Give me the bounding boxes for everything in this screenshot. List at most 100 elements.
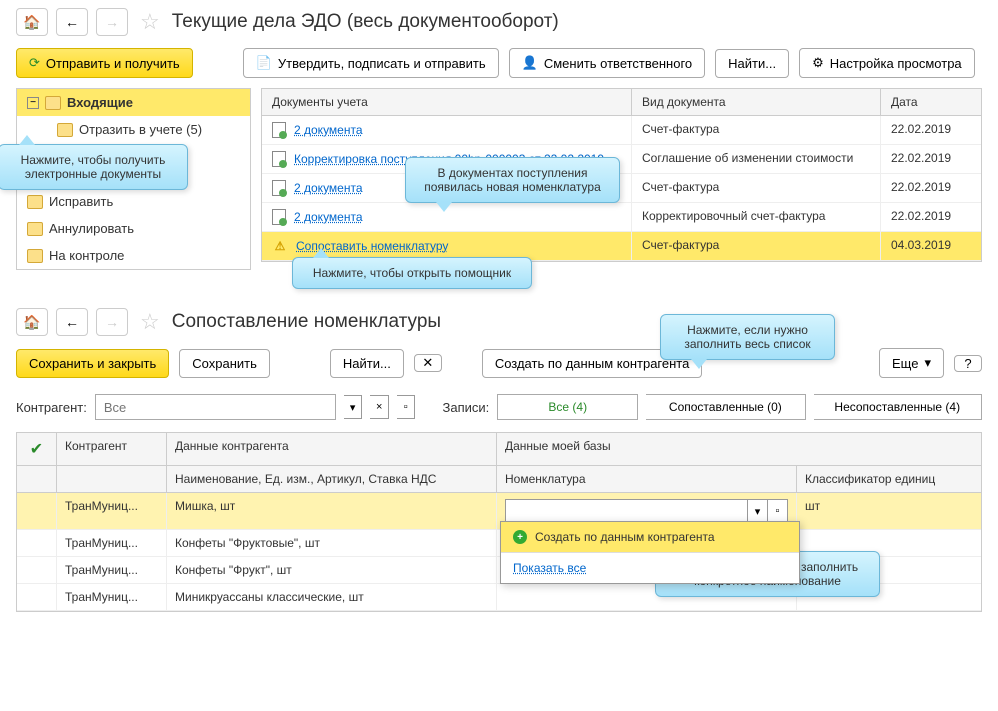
clear-find-button[interactable]: ✕ (414, 354, 442, 372)
view-settings-button[interactable]: ⚙ Настройка просмотра (799, 48, 975, 78)
sidebar-item-control[interactable]: На контроле (17, 242, 250, 269)
data-cell: Мишка, шт (167, 493, 497, 529)
seg-all[interactable]: Все (4) (497, 394, 638, 420)
doc-date-cell: 22.02.2019 (881, 174, 981, 202)
send-receive-button[interactable]: ⟳ Отправить и получить (16, 48, 193, 78)
data-cell: Миникруассаны классические, шт (167, 584, 497, 610)
records-label: Записи: (443, 400, 490, 415)
find-button-2[interactable]: Найти... (330, 349, 404, 378)
check-cell (17, 557, 57, 583)
clear-button[interactable]: × (370, 395, 389, 419)
seg-unmatched[interactable]: Несопоставленные (4) (814, 394, 983, 420)
check-cell (17, 493, 57, 529)
doc-type-cell: Корректировочный счет-фактура (632, 203, 881, 231)
dd-create-by-agent[interactable]: + Создать по данным контрагента (501, 522, 799, 552)
folder-icon (45, 96, 61, 110)
doc-icon: 📄 (256, 55, 272, 71)
collapse-icon[interactable]: − (27, 97, 39, 109)
forward-button[interactable]: → (96, 308, 128, 336)
gh-nomenclature[interactable]: Номенклатура (497, 466, 797, 492)
doc-type-cell: Счет-фактура (632, 116, 881, 144)
star-icon[interactable]: ☆ (140, 309, 160, 335)
balloon-text: Нажмите, если нужно заполнить весь списо… (684, 323, 810, 351)
seg-matched[interactable]: Сопоставленные (0) (646, 394, 805, 420)
sidebar-label: Входящие (67, 95, 133, 110)
dd-show-all[interactable]: Показать все (501, 552, 799, 583)
open-button[interactable]: ▫ (397, 395, 416, 419)
forward-button[interactable]: → (96, 8, 128, 36)
change-resp-label: Сменить ответственного (544, 56, 692, 71)
nomenclature-input[interactable] (505, 499, 748, 523)
folder-icon (27, 249, 43, 263)
table-row[interactable]: 2 документа Корректировочный счет-фактура… (262, 203, 981, 232)
sidebar-item-cancel[interactable]: Аннулировать (17, 215, 250, 242)
table-row[interactable]: 2 документаСчет-фактура22.02.2019 (262, 174, 981, 203)
agent-cell: ТранМуниц... (57, 530, 167, 556)
save-button[interactable]: Сохранить (179, 349, 270, 378)
warning-icon: ⚠ (272, 238, 288, 254)
table-row[interactable]: Корректировка поступления 00bp-000003 от… (262, 145, 981, 174)
nomenclature-dropdown: + Создать по данным контрагента Показать… (500, 521, 800, 584)
agent-cell: ТранМуниц... (57, 557, 167, 583)
approve-label: Утвердить, подписать и отправить (278, 56, 486, 71)
sidebar-label: Аннулировать (49, 221, 134, 236)
doc-status-icon (272, 122, 286, 138)
gh-my-data[interactable]: Данные моей базы (497, 433, 981, 465)
th-docs[interactable]: Документы учета (262, 89, 632, 115)
table-row[interactable]: 2 документаСчет-фактура22.02.2019 (262, 116, 981, 145)
gh-agent-data[interactable]: Данные контрагента (167, 433, 497, 465)
find-button-1[interactable]: Найти... (715, 49, 789, 78)
th-date[interactable]: Дата (881, 89, 981, 115)
balloon-text: В документах поступления появилась новая… (424, 166, 601, 194)
home-button[interactable]: 🏠 (16, 8, 48, 36)
sidebar-item-fix[interactable]: Исправить (17, 188, 250, 215)
grid-header-1: ✔ Контрагент Данные контрагента Данные м… (17, 433, 981, 466)
gear-icon: ⚙ (812, 55, 824, 71)
toolbar-2: Сохранить и закрыть Сохранить Найти... ✕… (0, 344, 998, 388)
balloon-text: Нажмите, чтобы открыть помощник (313, 266, 511, 280)
folder-icon (27, 222, 43, 236)
doc-link[interactable]: 2 документа (294, 181, 363, 195)
back-button[interactable]: ← (56, 8, 88, 36)
doc-date-cell: 22.02.2019 (881, 145, 981, 173)
grid-row[interactable]: ТранМуниц...Мишка, шт▾▫шт (17, 493, 981, 530)
topnav-2: 🏠 ← → ☆ Сопоставление номенклатуры (0, 300, 998, 344)
sidebar-item-reflect[interactable]: Отразить в учете (5) (17, 116, 250, 143)
send-receive-label: Отправить и получить (46, 56, 180, 71)
filter-label: Контрагент: (16, 400, 87, 415)
doc-status-icon (272, 151, 286, 167)
approve-button[interactable]: 📄 Утвердить, подписать и отправить (243, 48, 499, 78)
gh-name-unit[interactable]: Наименование, Ед. изм., Артикул, Ставка … (167, 466, 497, 492)
gh-check: ✔ (17, 433, 57, 465)
th-type[interactable]: Вид документа (632, 89, 881, 115)
gh-agent[interactable]: Контрагент (57, 433, 167, 465)
doc-table: Документы учета Вид документа Дата 2 док… (261, 88, 982, 262)
back-button[interactable]: ← (56, 308, 88, 336)
topnav-1: 🏠 ← → ☆ Текущие дела ЭДО (весь документо… (0, 0, 998, 44)
change-responsible-button[interactable]: 👤 Сменить ответственного (509, 48, 706, 78)
gh-classifier[interactable]: Классификатор единиц (797, 466, 981, 492)
agent-filter-input[interactable] (95, 394, 336, 420)
more-button[interactable]: Еще ▾ (879, 348, 944, 378)
dropdown-button[interactable]: ▾ (748, 499, 768, 523)
star-icon[interactable]: ☆ (140, 9, 160, 35)
sidebar-item-inbox[interactable]: − Входящие (17, 89, 250, 116)
plus-icon: + (513, 530, 527, 544)
nomenclature-grid: ✔ Контрагент Данные контрагента Данные м… (16, 432, 982, 612)
more-label: Еще (892, 356, 918, 371)
settings-label: Настройка просмотра (830, 56, 962, 71)
doc-link[interactable]: 2 документа (294, 210, 363, 224)
table-header: Документы учета Вид документа Дата (262, 89, 981, 116)
check-cell (17, 584, 57, 610)
help-button[interactable]: ? (954, 355, 982, 372)
open-button[interactable]: ▫ (768, 499, 788, 523)
grid-header-2: Наименование, Ед. изм., Артикул, Ставка … (17, 466, 981, 493)
save-close-button[interactable]: Сохранить и закрыть (16, 349, 169, 378)
dropdown-button[interactable]: ▾ (344, 395, 363, 419)
person-icon: 👤 (522, 55, 538, 71)
home-button[interactable]: 🏠 (16, 308, 48, 336)
balloon-fill-all: Нажмите, если нужно заполнить весь списо… (660, 314, 835, 360)
agent-cell: ТранМуниц... (57, 493, 167, 529)
doc-status-icon (272, 209, 286, 225)
doc-link[interactable]: 2 документа (294, 123, 363, 137)
